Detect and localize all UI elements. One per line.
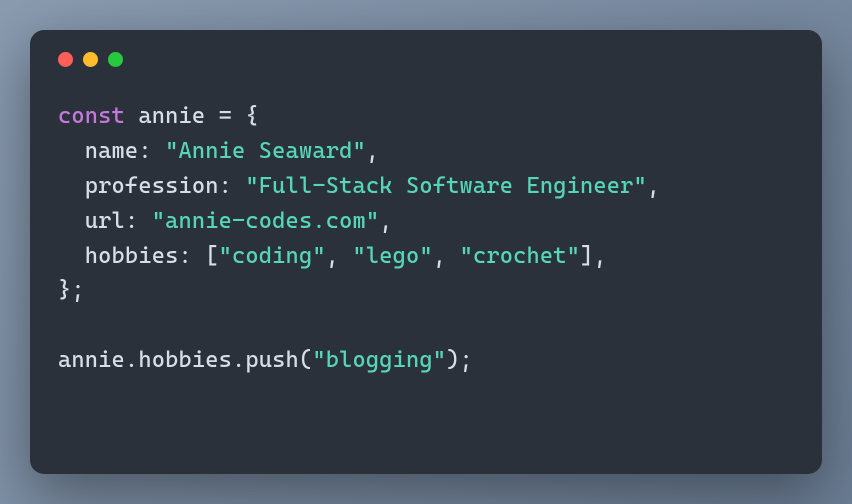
hobby-1: "lego" [353, 243, 433, 269]
close-icon[interactable] [58, 52, 73, 67]
call-method: push [245, 347, 299, 373]
prop-profession-key: profession [85, 173, 219, 199]
array-open: [ [205, 243, 218, 269]
zoom-icon[interactable] [108, 52, 123, 67]
prop-profession-value: "Full-Stack Software Engineer" [245, 173, 647, 199]
close-brace: }; [58, 277, 85, 303]
call-object: annie [58, 347, 125, 373]
call-prop: hobbies [138, 347, 232, 373]
array-close: ] [580, 243, 593, 269]
prop-hobbies-key: hobbies [85, 243, 179, 269]
code-window: const annie = { name: "Annie Seaward", p… [30, 30, 822, 474]
keyword-const: const [58, 103, 125, 129]
window-titlebar [58, 52, 794, 67]
prop-name-value: "Annie Seaward" [165, 138, 366, 164]
prop-url-key: url [85, 208, 125, 234]
code-block: const annie = { name: "Annie Seaward", p… [58, 99, 794, 378]
equals: = [205, 103, 245, 129]
prop-name-key: name [85, 138, 139, 164]
open-brace: { [245, 103, 258, 129]
minimize-icon[interactable] [83, 52, 98, 67]
call-arg: "blogging" [312, 347, 446, 373]
prop-url-value: "annie-codes.com" [152, 208, 380, 234]
hobby-2: "crochet" [460, 243, 580, 269]
hobby-0: "coding" [219, 243, 326, 269]
var-name: annie [138, 103, 205, 129]
